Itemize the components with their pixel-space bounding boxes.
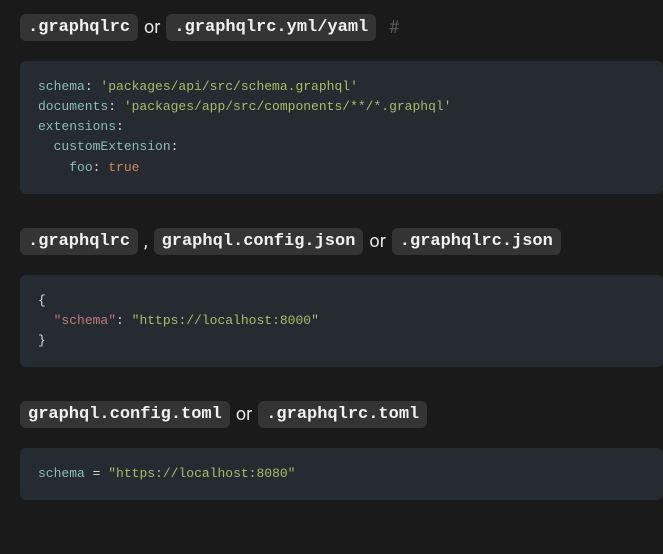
yaml-key: schema	[38, 79, 85, 94]
toml-string: "https://localhost:8080"	[108, 466, 295, 481]
toml-equals: =	[93, 466, 101, 481]
config-section-toml: graphql.config.toml or .graphqlrc.toml s…	[20, 401, 663, 500]
heading-separator: ,	[144, 231, 148, 252]
config-section-json: .graphqlrc, graphql.config.json or .grap…	[20, 228, 663, 367]
filename-code: .graphqlrc.toml	[258, 401, 427, 428]
code-block-json: { "schema": "https://localhost:8000" }	[20, 275, 663, 367]
yaml-key: extensions	[38, 119, 116, 134]
code-block-toml: schema = "https://localhost:8080"	[20, 448, 663, 500]
section-heading: .graphqlrc or .graphqlrc.yml/yaml #	[20, 14, 663, 41]
heading-separator: or	[236, 404, 252, 425]
code-block-yaml: schema: 'packages/api/src/schema.graphql…	[20, 61, 663, 194]
yaml-key: customExtension	[54, 139, 171, 154]
yaml-string: 'packages/api/src/schema.graphql'	[100, 79, 357, 94]
toml-key: schema	[38, 466, 85, 481]
yaml-string: 'packages/app/src/components/**/*.graphq…	[124, 99, 452, 114]
yaml-key: documents	[38, 99, 108, 114]
filename-code: .graphqlrc	[20, 14, 138, 41]
json-key: "schema"	[54, 313, 116, 328]
json-string: "https://localhost:8000"	[132, 313, 319, 328]
filename-code: .graphqlrc.json	[392, 228, 561, 255]
filename-code: graphql.config.toml	[20, 401, 230, 428]
heading-separator: or	[369, 231, 385, 252]
heading-separator: or	[144, 17, 160, 38]
section-heading: .graphqlrc, graphql.config.json or .grap…	[20, 228, 663, 255]
anchor-hash-icon[interactable]: #	[388, 17, 399, 38]
filename-code: graphql.config.json	[154, 228, 364, 255]
json-brace: {	[38, 293, 46, 308]
config-section-yaml: .graphqlrc or .graphqlrc.yml/yaml # sche…	[20, 14, 663, 194]
filename-code: .graphqlrc	[20, 228, 138, 255]
json-brace: }	[38, 333, 46, 348]
filename-code: .graphqlrc.yml/yaml	[166, 14, 376, 41]
section-heading: graphql.config.toml or .graphqlrc.toml	[20, 401, 663, 428]
yaml-key: foo	[69, 160, 92, 175]
yaml-boolean: true	[108, 160, 139, 175]
